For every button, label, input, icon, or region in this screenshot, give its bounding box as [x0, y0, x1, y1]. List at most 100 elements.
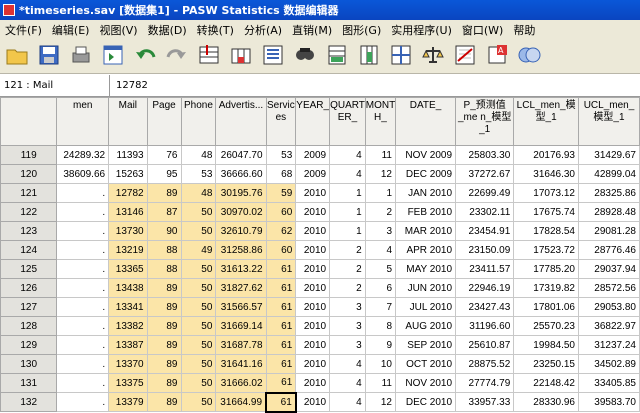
insert-variable-button[interactable] — [356, 44, 382, 70]
row-number[interactable]: 131 — [0, 373, 58, 393]
data-cell[interactable]: 4 — [329, 164, 366, 184]
data-cell[interactable]: 11393 — [108, 145, 148, 165]
data-cell[interactable]: 30970.02 — [215, 202, 267, 222]
data-cell[interactable]: 50 — [180, 335, 217, 355]
data-cell[interactable]: 89 — [146, 297, 182, 317]
data-cell[interactable]: 15263 — [108, 164, 148, 184]
data-cell[interactable]: 50 — [180, 278, 217, 298]
redo-button[interactable] — [164, 44, 190, 70]
data-cell[interactable]: 12782 — [108, 183, 148, 203]
data-cell[interactable]: 60 — [265, 240, 297, 260]
column-header[interactable]: men — [56, 97, 110, 146]
data-cell[interactable]: 29053.80 — [577, 297, 640, 317]
data-cell[interactable]: 7 — [364, 297, 397, 317]
data-cell[interactable]: 59 — [265, 183, 297, 203]
column-header[interactable]: Phone — [180, 97, 217, 146]
data-cell[interactable]: 76 — [146, 145, 182, 165]
data-cell[interactable]: 61 — [265, 316, 297, 336]
data-cell[interactable]: 25803.30 — [455, 145, 515, 165]
data-cell[interactable]: . — [56, 392, 110, 412]
column-header[interactable]: Advertis... — [215, 97, 267, 146]
data-cell[interactable]: 23411.57 — [455, 259, 515, 279]
data-cell[interactable]: 17801.06 — [513, 297, 579, 317]
data-cell[interactable]: 2010 — [295, 240, 331, 260]
data-cell[interactable]: 31687.78 — [215, 335, 267, 355]
row-number[interactable]: 128 — [0, 316, 58, 336]
data-cell[interactable]: 61 — [265, 391, 297, 413]
row-number[interactable]: 126 — [0, 278, 58, 298]
data-cell[interactable]: 31258.86 — [215, 240, 267, 260]
menu-item[interactable]: 窗口(W) — [457, 22, 508, 38]
data-cell[interactable]: 11 — [364, 373, 397, 393]
data-cell[interactable]: 61 — [265, 373, 297, 393]
data-cell[interactable]: 89 — [146, 183, 182, 203]
data-cell[interactable]: 17319.82 — [513, 278, 579, 298]
menu-item[interactable]: 视图(V) — [94, 22, 142, 38]
data-cell[interactable]: 2010 — [295, 354, 331, 374]
row-number[interactable]: 124 — [0, 240, 58, 260]
data-cell[interactable]: 48 — [180, 183, 217, 203]
data-cell[interactable]: 11 — [364, 145, 397, 165]
data-cell[interactable]: 13219 — [108, 240, 148, 260]
data-cell[interactable]: 25610.87 — [455, 335, 515, 355]
data-cell[interactable]: . — [56, 316, 110, 336]
menu-item[interactable]: 直销(M) — [287, 22, 337, 38]
data-cell[interactable]: 49 — [180, 240, 217, 260]
data-cell[interactable]: OCT 2010 — [394, 354, 457, 374]
data-cell[interactable]: SEP 2010 — [394, 335, 457, 355]
data-cell[interactable]: 2 — [329, 259, 366, 279]
data-cell[interactable]: 42899.04 — [577, 164, 640, 184]
data-cell[interactable]: 5 — [364, 259, 397, 279]
column-header[interactable]: Servic es — [265, 97, 297, 146]
menu-item[interactable]: 帮助 — [508, 22, 540, 38]
data-cell[interactable]: 2 — [329, 240, 366, 260]
data-cell[interactable]: 2010 — [295, 373, 331, 393]
data-cell[interactable]: 89 — [146, 354, 182, 374]
row-number[interactable]: 119 — [0, 145, 58, 165]
data-cell[interactable]: 39583.70 — [577, 392, 640, 412]
data-cell[interactable]: 28928.48 — [577, 202, 640, 222]
data-cell[interactable]: DEC 2009 — [394, 164, 457, 184]
data-cell[interactable]: 62 — [265, 221, 297, 241]
value-labels-button[interactable]: A — [484, 44, 510, 70]
data-cell[interactable]: 31646.30 — [513, 164, 579, 184]
data-cell[interactable]: 2009 — [295, 164, 331, 184]
data-cell[interactable]: 1 — [329, 221, 366, 241]
data-cell[interactable]: 87 — [146, 202, 182, 222]
data-cell[interactable]: 23454.91 — [455, 221, 515, 241]
data-cell[interactable]: 68 — [265, 164, 297, 184]
data-cell[interactable]: 50 — [180, 392, 217, 412]
data-cell[interactable]: 13379 — [108, 392, 148, 412]
data-cell[interactable]: 4 — [329, 145, 366, 165]
data-cell[interactable]: 48 — [180, 145, 217, 165]
save-button[interactable] — [36, 44, 62, 70]
data-cell[interactable]: 89 — [146, 278, 182, 298]
data-cell[interactable]: 2010 — [295, 221, 331, 241]
data-cell[interactable]: 2010 — [295, 316, 331, 336]
data-cell[interactable]: 2010 — [295, 392, 331, 412]
row-number[interactable]: 129 — [0, 335, 58, 355]
column-header[interactable]: UCL_men_模型_1 — [577, 97, 640, 146]
data-cell[interactable]: 13370 — [108, 354, 148, 374]
insert-cases-button[interactable] — [324, 44, 350, 70]
data-cell[interactable]: 88 — [146, 259, 182, 279]
data-cell[interactable]: 4 — [329, 354, 366, 374]
data-cell[interactable]: 1 — [329, 202, 366, 222]
data-cell[interactable]: 29037.94 — [577, 259, 640, 279]
data-cell[interactable]: 31666.02 — [215, 373, 267, 393]
data-cell[interactable]: 3 — [329, 335, 366, 355]
row-number[interactable]: 125 — [0, 259, 58, 279]
data-cell[interactable]: 53 — [180, 164, 217, 184]
data-cell[interactable]: 9 — [364, 335, 397, 355]
row-number[interactable]: 120 — [0, 164, 58, 184]
data-cell[interactable]: 3 — [329, 316, 366, 336]
data-cell[interactable]: 13365 — [108, 259, 148, 279]
data-cell[interactable]: 31613.22 — [215, 259, 267, 279]
data-cell[interactable]: JUL 2010 — [394, 297, 457, 317]
data-cell[interactable]: 17073.12 — [513, 183, 579, 203]
data-cell[interactable]: 89 — [146, 392, 182, 412]
data-cell[interactable]: MAR 2010 — [394, 221, 457, 241]
dialog-recall-button[interactable] — [100, 44, 126, 70]
row-number[interactable]: 127 — [0, 297, 58, 317]
data-cell[interactable]: 28325.86 — [577, 183, 640, 203]
